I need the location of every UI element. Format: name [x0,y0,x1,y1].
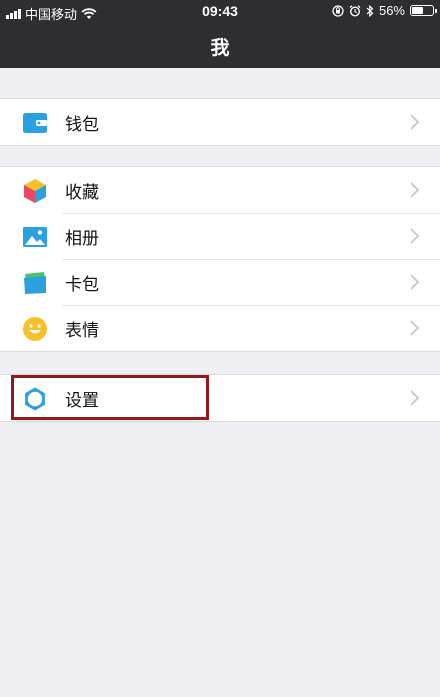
page-title: 我 [210,37,230,59]
menu-item-favorites[interactable]: 收藏 [0,167,440,213]
alarm-icon [349,4,361,17]
status-bar: 中国移动 09:43 56% [0,0,440,22]
rotation-lock-icon [332,4,344,17]
menu-item-emoji[interactable]: 表情 [0,305,440,351]
emoji-smile-icon [23,317,47,341]
chevron-right-icon [410,114,420,130]
menu-item-label: 卡包 [65,274,99,295]
wallet-icon [23,113,47,133]
status-right: 56% [332,3,437,18]
card-pack-icon [24,272,46,294]
menu-item-label: 表情 [65,320,99,341]
menu-item-label: 收藏 [65,182,99,203]
menu-item-wallet[interactable]: 钱包 [0,99,440,145]
favorites-cube-icon [24,179,46,203]
chevron-right-icon [410,274,420,290]
battery-icon [410,5,437,16]
album-picture-icon [23,227,47,247]
menu-item-label: 钱包 [65,114,99,135]
menu-item-label: 相册 [65,228,99,249]
menu-item-album[interactable]: 相册 [0,213,440,259]
menu-group-wallet: 钱包 [0,98,440,146]
settings-highlight-box [11,375,209,420]
menu-group-main: 收藏 相册 卡包 表情 [0,166,440,352]
chevron-right-icon [410,182,420,198]
chevron-right-icon [410,320,420,336]
battery-percent: 56% [378,3,405,18]
menu-item-card-pack[interactable]: 卡包 [0,259,440,305]
chevron-right-icon [410,228,420,244]
chevron-right-icon [410,390,420,406]
navigation-bar: 我 [0,22,440,68]
bluetooth-icon [366,4,374,17]
